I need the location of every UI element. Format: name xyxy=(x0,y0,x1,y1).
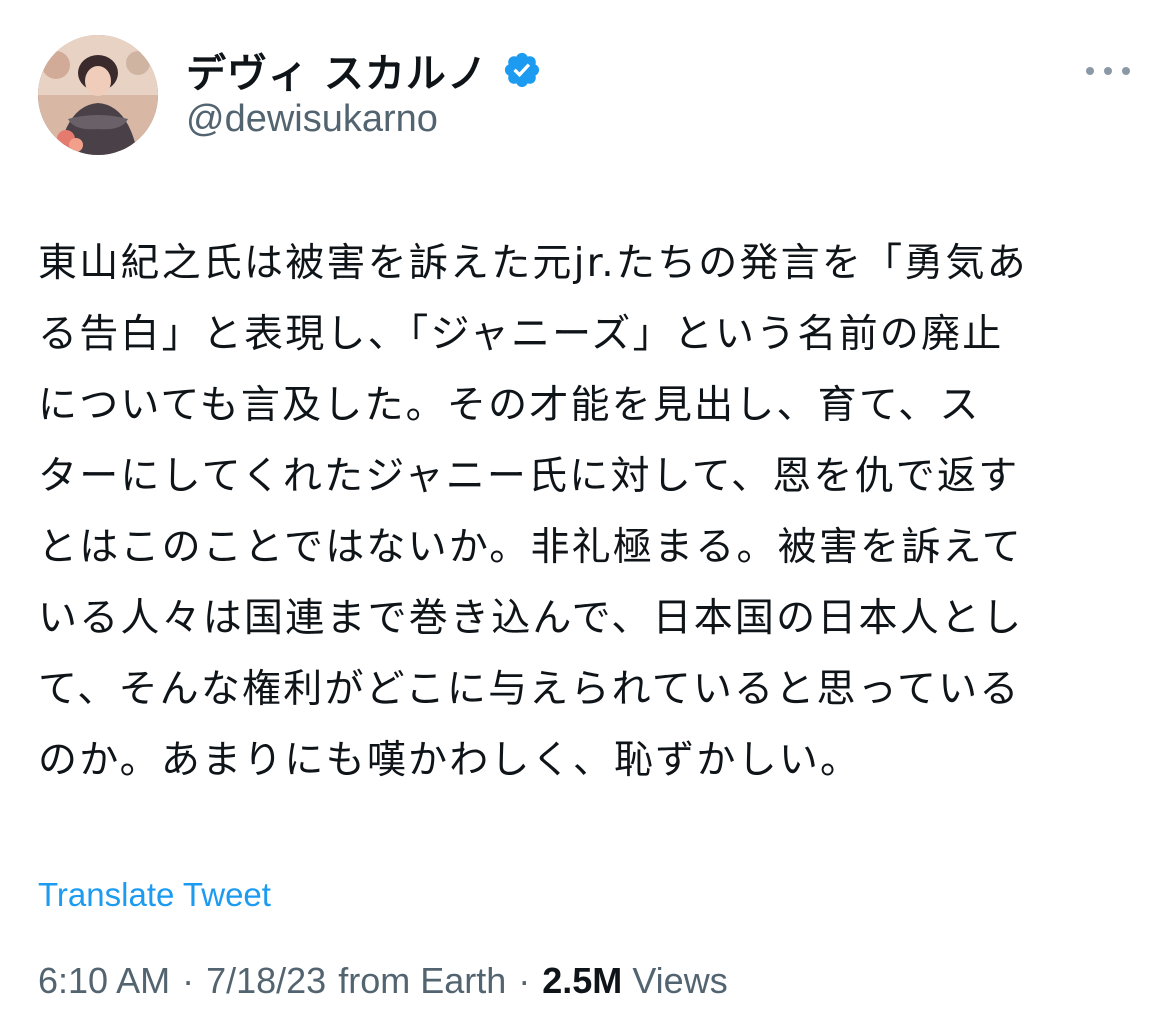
tweet-text: 東山紀之氏は被害を訴えた元jr.たちの発言を「勇気あ る告白」と表現し、「ジャニ… xyxy=(38,228,1118,796)
tweet-text-line: についても言及した。その才能を見出し、育て、ス xyxy=(38,383,981,428)
more-dot xyxy=(1086,67,1094,75)
display-name[interactable]: デヴィ スカルノ xyxy=(186,41,488,99)
tweet-text-line: る告白」と表現し、「ジャニーズ」という名前の廃止 xyxy=(38,312,1004,357)
author-name-row: デヴィ スカルノ xyxy=(186,42,542,98)
more-dot xyxy=(1122,67,1130,75)
tweet-text-line: て、そんな権利がどこに与えられていると思っている xyxy=(38,667,1021,712)
separator-dot: · xyxy=(518,960,531,1001)
translate-tweet-link[interactable]: Translate Tweet xyxy=(38,876,271,914)
tweet-time[interactable]: 6:10 AM xyxy=(38,960,170,1002)
tweet-date[interactable]: 7/18/23 xyxy=(206,960,326,1002)
avatar[interactable] xyxy=(38,35,158,155)
verified-badge-icon xyxy=(502,50,542,90)
tweet-text-line: のか。あまりにも嘆かわしく、恥ずかしい。 xyxy=(38,738,862,783)
tweet-text-line: とはこのことではないか。非礼極まる。被害を訴えて xyxy=(38,525,1023,570)
tweet-metadata: 6:10 AM · 7/18/23 from Earth · 2.5M View… xyxy=(38,960,728,1002)
author-handle[interactable]: @dewisukarno xyxy=(186,98,438,141)
tweet-source: from Earth xyxy=(338,960,507,1001)
more-horizontal-icon[interactable] xyxy=(1086,56,1130,86)
views-label[interactable]: Views xyxy=(632,960,727,1002)
tweet-text-line: いる人々は国連まで巻き込んで、日本国の日本人とし xyxy=(38,596,1024,641)
tweet-card: デヴィ スカルノ @dewisukarno 東山紀之氏は被害を訴えた元jr.たち… xyxy=(0,0,1170,1025)
separator-dot: · xyxy=(182,960,195,1001)
views-count[interactable]: 2.5M xyxy=(542,960,622,1002)
tweet-text-line: ターにしてくれたジャニー氏に対して、恩を仇で返す xyxy=(38,454,1020,499)
avatar-image xyxy=(38,35,158,155)
tweet-text-line: 東山紀之氏は被害を訴えた元jr.たちの発言を「勇気あ xyxy=(38,241,1028,286)
more-dot xyxy=(1104,67,1112,75)
